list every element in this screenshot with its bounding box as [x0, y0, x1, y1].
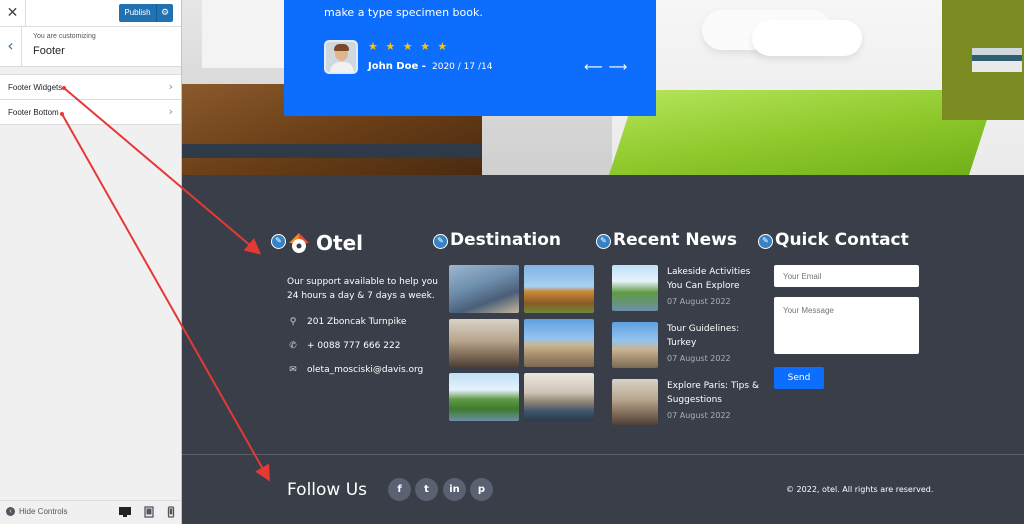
desktop-device-icon[interactable] [118, 506, 132, 518]
chevron-right-icon: › [168, 105, 173, 118]
twitter-icon[interactable]: t [415, 478, 438, 501]
edit-pencil-icon[interactable]: ✎ [758, 234, 773, 249]
testimonial-card: make a type specimen book. ★ ★ ★ ★ ★ Joh… [284, 0, 656, 116]
message-field[interactable] [774, 297, 919, 354]
close-icon[interactable]: ✕ [0, 0, 26, 26]
site-preview: make a type specimen book. ★ ★ ★ ★ ★ Joh… [182, 0, 1024, 524]
news-date: 07 August 2022 [667, 297, 731, 306]
rating-stars: ★ ★ ★ ★ ★ [368, 40, 450, 53]
follow-us-label: Follow Us [287, 480, 368, 500]
avatar [324, 40, 358, 74]
sidebar-item-footer-widgets[interactable]: Footer Widgets › [0, 74, 181, 100]
phone-row: ✆ + 0088 777 666 222 [287, 341, 400, 351]
sidebar-item-label: Footer Bottom [8, 108, 59, 117]
hide-controls-icon: ‹ [6, 507, 15, 517]
news-title[interactable]: Lakeside Activities You Can Explore [667, 265, 763, 293]
news-title[interactable]: Explore Paris: Tips & Suggestions [667, 379, 763, 407]
hero-pillow [752, 20, 862, 56]
customizer-footer: ‹ Hide Controls [0, 500, 181, 524]
section-header: ‹ You are customizing Footer [0, 27, 181, 67]
customizing-label: You are customizing [33, 33, 96, 40]
linkedin-icon[interactable]: in [443, 478, 466, 501]
email-row: ✉ oleta_mosciski@davis.org [287, 365, 423, 375]
about-text: Our support available to help you 24 hou… [287, 277, 438, 301]
quick-contact-title: Quick Contact [775, 230, 909, 250]
destination-image-temple[interactable] [524, 265, 594, 313]
logo-icon [289, 233, 309, 253]
publish-button[interactable]: Publish [119, 4, 156, 22]
send-button[interactable]: Send [774, 367, 824, 389]
footer-divider [182, 454, 1024, 455]
destination-title: Destination [450, 230, 562, 250]
email-field[interactable] [774, 265, 919, 287]
news-thumbnail[interactable] [612, 322, 658, 368]
news-title[interactable]: Tour Guidelines: Turkey [667, 322, 763, 350]
destination-image-hotel-room[interactable] [449, 265, 519, 313]
pinterest-icon[interactable]: p [470, 478, 493, 501]
chevron-right-icon: › [168, 80, 173, 93]
testimonial-date: 2020 / 17 /14 [432, 62, 493, 72]
sidebar-item-footer-bottom[interactable]: Footer Bottom › [0, 99, 181, 125]
news-thumbnail[interactable] [612, 379, 658, 425]
news-date: 07 August 2022 [667, 411, 731, 420]
gear-icon[interactable]: ⚙ [156, 4, 173, 22]
hero-cabinet [202, 0, 292, 70]
site-footer: ✎ Otel Our support available to help you… [182, 175, 1024, 524]
email-text[interactable]: oleta_mosciski@davis.org [307, 365, 423, 375]
phone-text: + 0088 777 666 222 [307, 341, 401, 351]
tablet-device-icon[interactable] [142, 506, 156, 518]
hide-controls-button[interactable]: ‹ Hide Controls [6, 507, 68, 517]
destination-image-venice-square[interactable] [524, 319, 594, 367]
section-list: Footer Widgets › Footer Bottom › [0, 74, 181, 125]
copyright-text: © 2022, otel. All rights are reserved. [786, 485, 934, 494]
edit-pencil-icon[interactable]: ✎ [433, 234, 448, 249]
destination-image-lake-walkers[interactable] [449, 373, 519, 421]
hero-baseboard [182, 144, 482, 158]
customizer-header: ✕ Publish ⚙ [0, 0, 181, 27]
edit-pencil-icon[interactable]: ✎ [596, 234, 611, 249]
address-text: 201 Zboncak Turnpike [307, 317, 407, 327]
phone-icon: ✆ [289, 341, 297, 351]
edit-pencil-icon[interactable]: ✎ [271, 234, 286, 249]
hide-controls-label: Hide Controls [19, 507, 68, 516]
envelope-icon: ✉ [289, 365, 297, 375]
sidebar-item-label: Footer Widgets [8, 83, 63, 92]
address-row: ⚲ 201 Zboncak Turnpike [287, 317, 407, 327]
slider-arrows[interactable]: ⟵⟶ [584, 60, 633, 75]
testimonial-author: John Doe - [368, 61, 426, 72]
destination-image-venice-gondola[interactable] [524, 373, 594, 421]
news-thumbnail[interactable] [612, 265, 658, 311]
destination-image-tourists-street[interactable] [449, 319, 519, 367]
testimonial-text: make a type specimen book. [324, 6, 483, 19]
facebook-icon[interactable]: f [388, 478, 411, 501]
section-title: Footer [33, 45, 65, 57]
hero-bedroom-image: make a type specimen book. ★ ★ ★ ★ ★ Joh… [182, 0, 1024, 175]
customizer-sidebar: ✕ Publish ⚙ ‹ You are customizing Footer… [0, 0, 182, 524]
recent-news-title: Recent News [613, 230, 737, 250]
chevron-left-icon[interactable]: ‹ [0, 27, 22, 66]
mobile-device-icon[interactable] [164, 506, 178, 518]
hero-throw-blanket [607, 90, 997, 175]
hero-books [972, 48, 1022, 72]
map-pin-icon: ⚲ [289, 317, 297, 327]
news-date: 07 August 2022 [667, 354, 731, 363]
logo-text[interactable]: Otel [316, 231, 363, 255]
